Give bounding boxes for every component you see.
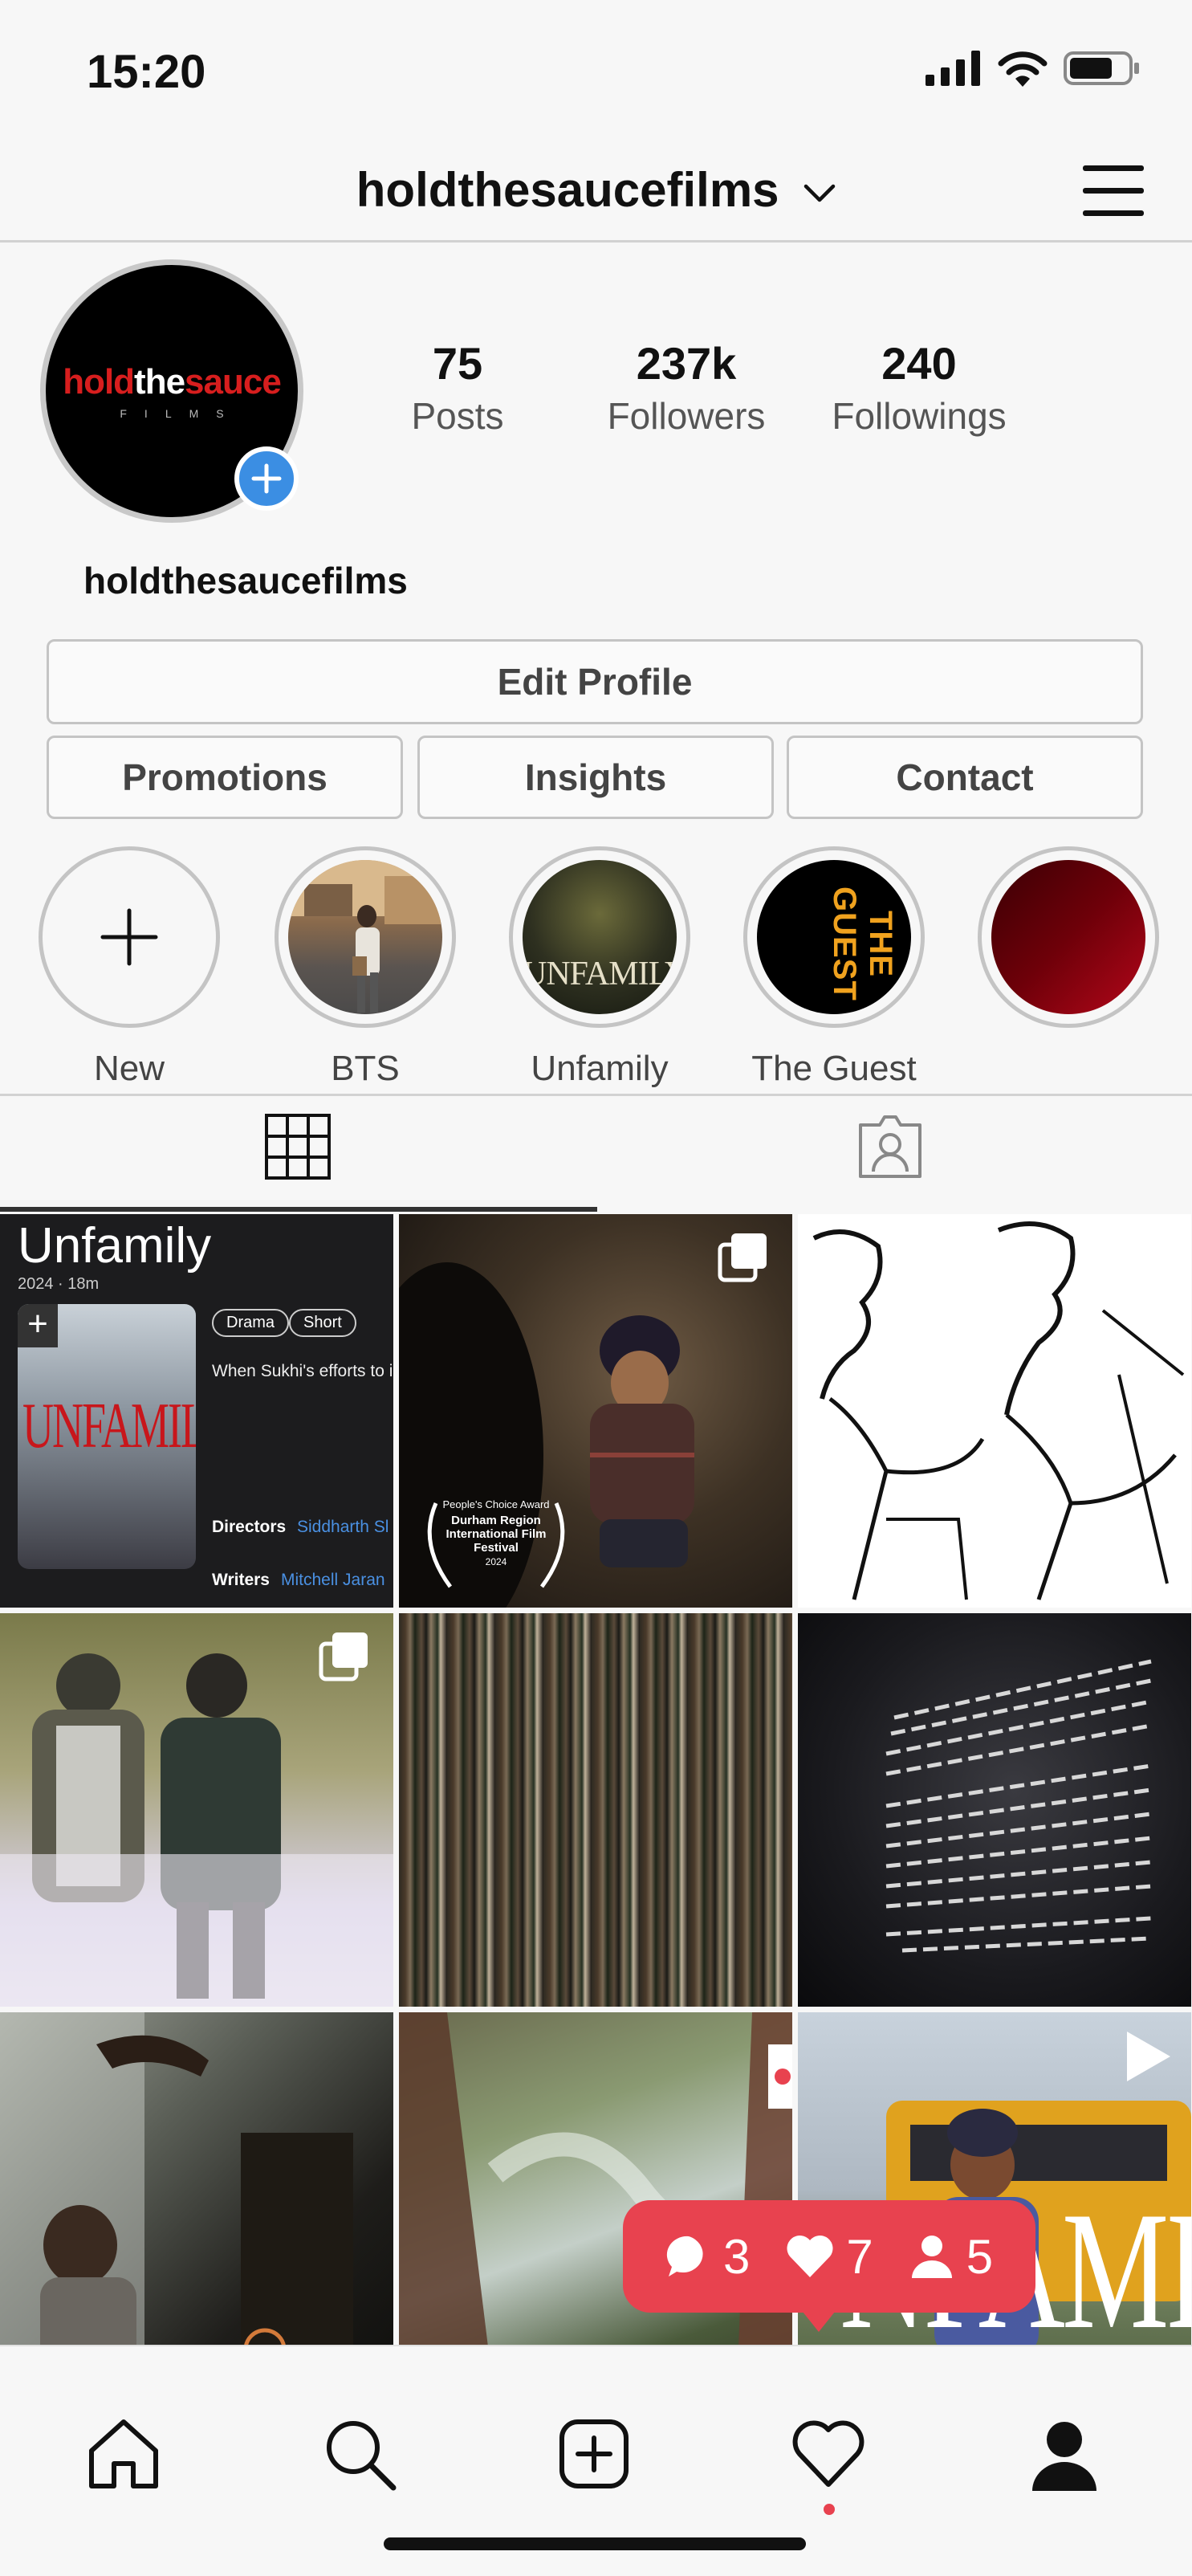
highlight-unfamily-image: UNFAMILY [523, 860, 677, 1014]
create-post-icon[interactable] [554, 2414, 634, 2494]
post-tile[interactable] [399, 1613, 792, 2007]
post-title: Unfamily [18, 1218, 212, 1274]
comment-icon [666, 2236, 703, 2276]
highlight-label: BTS [331, 1049, 400, 1088]
home-icon[interactable] [83, 2414, 164, 2494]
highlight-bts[interactable]: BTS [275, 846, 456, 1089]
highlight-label: New [93, 1049, 165, 1088]
highlight-the-guest-text: THE GUEST [827, 886, 898, 1001]
status-time: 15:20 [87, 46, 206, 98]
writers-label: Writers [212, 1571, 270, 1589]
active-tab-indicator [0, 1207, 597, 1212]
directors-value: Siddharth Sl [297, 1518, 389, 1536]
credits-screen [885, 1659, 1152, 1953]
grid-icon[interactable] [265, 1114, 331, 1180]
hamburger-icon [1083, 165, 1144, 171]
profile-tabs [0, 1094, 1192, 1213]
edit-profile-button[interactable]: Edit Profile [47, 639, 1143, 724]
highlight-the-guest[interactable]: THE GUEST The Guest [743, 846, 925, 1089]
highlight-bts-image [288, 860, 442, 1014]
stat-followers[interactable]: 237k Followers [578, 337, 795, 438]
carousel-icon [319, 1632, 368, 1681]
avatar-logo-sub: FILMS [120, 407, 242, 420]
profile-name: holdthesaucefilms [83, 560, 408, 601]
search-icon[interactable] [319, 2414, 400, 2494]
menu-button[interactable] [1083, 161, 1147, 220]
carousel-icon [718, 1233, 767, 1282]
wifi-icon [998, 51, 1048, 87]
tagged-icon[interactable] [856, 1114, 925, 1180]
battery-icon [1064, 51, 1139, 85]
notif-likes: 7 [785, 2229, 873, 2285]
post-meta: 2024 · 18m [18, 1275, 100, 1293]
post-tile[interactable] [798, 1214, 1191, 1608]
laurel-icon [427, 1502, 565, 1588]
promotions-button[interactable]: Promotions [47, 736, 403, 819]
award-laurel: People's Choice Award Durham Region Inte… [412, 1487, 580, 1600]
highlight-unfamily-text: UNFAMILY [523, 956, 677, 992]
cellular-signal-icon [926, 51, 980, 86]
writers-value: Mitchell Jaran [281, 1571, 385, 1589]
notification-pointer [799, 2308, 838, 2332]
plus-icon [100, 908, 158, 966]
stat-followings[interactable]: 240 Followings [803, 337, 1035, 438]
avatar-logo: holdthesauce [63, 362, 282, 401]
highlight-label: The Guest [751, 1049, 917, 1088]
highlight-new[interactable]: New [39, 846, 220, 1089]
stat-posts[interactable]: 75 Posts [385, 337, 530, 438]
post-description: When Sukhi's efforts to is forced to con… [212, 1362, 393, 1380]
contact-button[interactable]: Contact [787, 736, 1143, 819]
account-switcher[interactable]: holdthesaucefilms [0, 162, 1192, 218]
person-icon [911, 2236, 952, 2278]
activity-dot [824, 2504, 835, 2515]
post-tile[interactable] [798, 1613, 1191, 2007]
storyboard-sketch [812, 1221, 1185, 1600]
highlight-5-image [991, 860, 1145, 1014]
status-bar: 15:20 [0, 0, 1192, 145]
plus-icon [251, 463, 282, 494]
poster-thumbnail: + UNFAMILY [18, 1304, 196, 1569]
chevron-down-icon [803, 184, 836, 202]
post-tile[interactable] [0, 1613, 393, 2007]
highlight-label: Unfamily [531, 1049, 669, 1088]
profile-icon[interactable] [1024, 2414, 1105, 2494]
genre-tag: Drama [212, 1309, 290, 1337]
notif-comments: 3 [665, 2229, 750, 2285]
status-icons [926, 50, 1141, 87]
post-tile[interactable]: Unfamily 2024 · 18m + UNFAMILY Drama Sho… [0, 1214, 393, 1608]
directors-label: Directors [212, 1518, 287, 1536]
genre-tag: Short [289, 1309, 356, 1337]
highlight-the-guest-image: THE GUEST [757, 860, 911, 1014]
home-indicator[interactable] [384, 2537, 806, 2550]
highlight-5[interactable] [978, 846, 1159, 1049]
heart-icon [787, 2235, 833, 2277]
insights-button[interactable]: Insights [417, 736, 774, 819]
activity-heart-icon[interactable] [788, 2414, 869, 2494]
activity-notification[interactable]: 3 7 5 [623, 2200, 1035, 2313]
header-username: holdthesaucefilms [356, 163, 779, 217]
poster-title: UNFAMILY [22, 1389, 196, 1461]
post-tile[interactable]: People's Choice Award Durham Region Inte… [399, 1214, 792, 1608]
notif-follows: 5 [909, 2229, 993, 2285]
highlight-unfamily[interactable]: UNFAMILY Unfamily [509, 846, 690, 1089]
add-story-button[interactable] [234, 446, 299, 511]
profile-header: holdthesaucefilms [0, 145, 1192, 243]
video-icon [1127, 2032, 1170, 2081]
